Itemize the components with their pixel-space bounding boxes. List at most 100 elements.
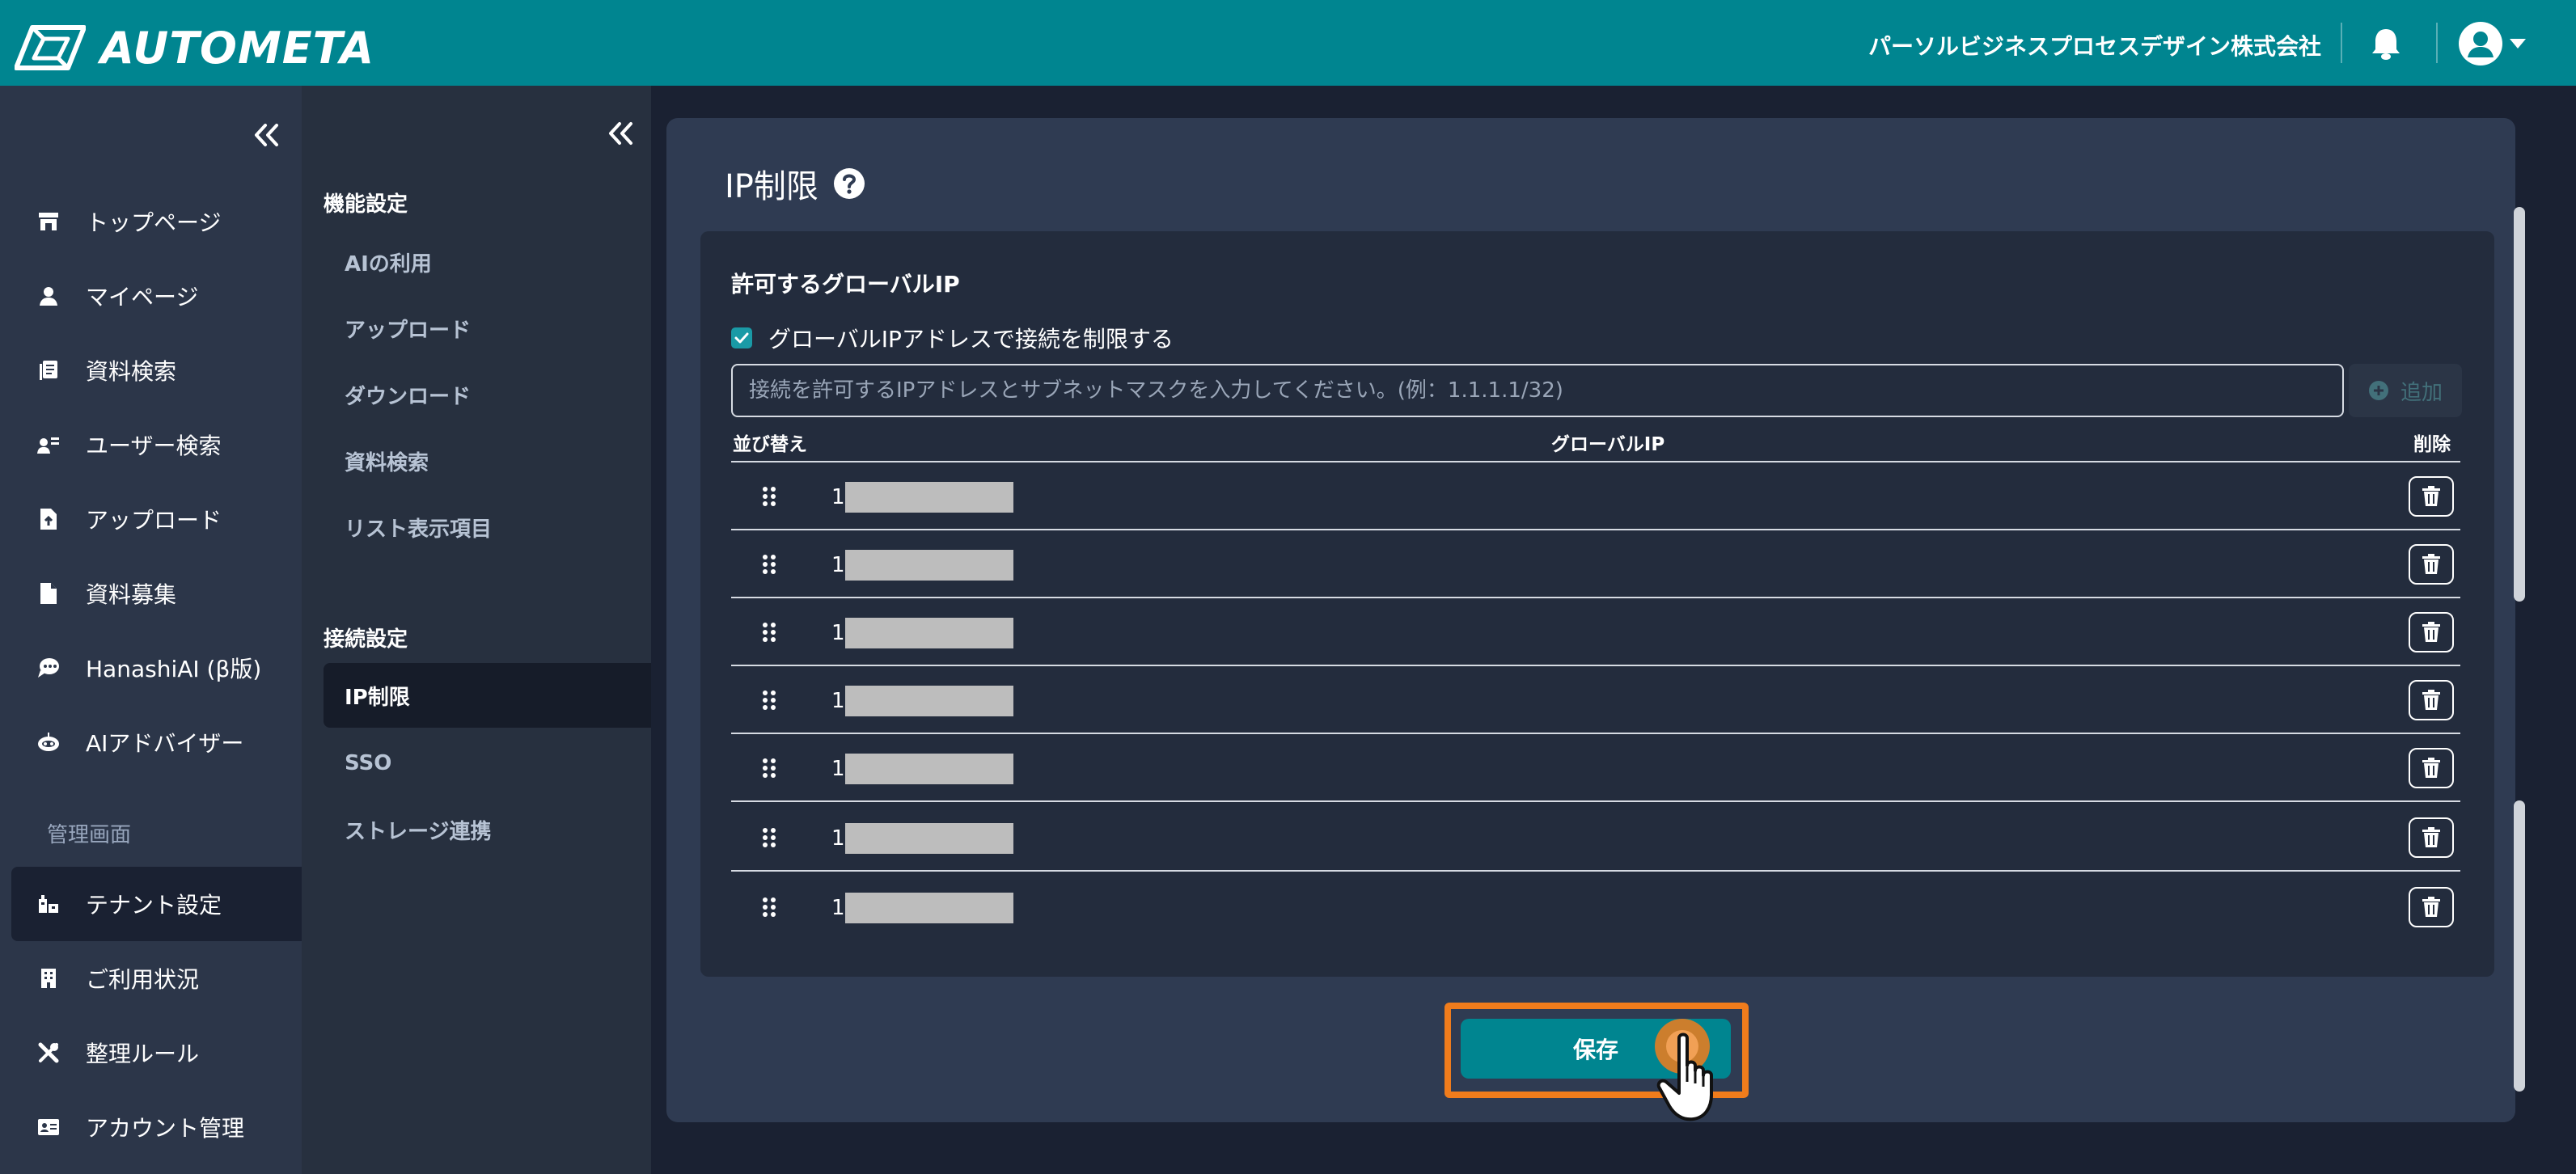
- delete-row-button[interactable]: [2409, 817, 2454, 858]
- ip-value: 1: [831, 826, 845, 851]
- restrict-by-ip-checkbox-row[interactable]: グローバルIPアドレスで接続を制限する: [731, 322, 1174, 354]
- delete-row-button[interactable]: [2409, 544, 2454, 585]
- sidebar-item-upload[interactable]: アップロード: [11, 482, 302, 556]
- chat-bubble-icon: [38, 658, 59, 678]
- collapse-sidebar-icon[interactable]: [252, 123, 281, 147]
- bell-icon[interactable]: [2370, 27, 2402, 61]
- sidebar-item-label: マイページ: [86, 284, 199, 310]
- trash-icon: [2422, 554, 2440, 574]
- subnav-section-connection: 接続設定: [324, 627, 408, 652]
- subnav-item-sso[interactable]: SSO: [324, 731, 651, 796]
- redacted-ip-mask: [844, 550, 1013, 581]
- drag-handle-icon[interactable]: [762, 827, 776, 848]
- section-title: 許可するグローバルIP: [731, 271, 960, 298]
- delete-row-button[interactable]: [2409, 887, 2454, 927]
- subnav-item-list-columns[interactable]: リスト表示項目: [324, 495, 651, 560]
- document-search-icon: [40, 361, 57, 380]
- trash-icon: [2422, 622, 2440, 642]
- ip-value-cell: 1: [831, 482, 1013, 513]
- subnav-item-label: SSO: [345, 751, 392, 775]
- trash-icon: [2422, 486, 2440, 506]
- sidebar-item-organize-rules[interactable]: 整理ルール: [11, 1016, 302, 1090]
- subnav-item-label: IP制限: [345, 685, 410, 710]
- sidebar-item-account-management[interactable]: アカウント管理: [11, 1090, 302, 1164]
- autometa-logo[interactable]: AUTOMETA: [15, 19, 374, 76]
- sidebar-item-user-search[interactable]: ユーザー検索: [11, 408, 302, 482]
- subnav-item-label: AIの利用: [345, 251, 432, 277]
- store-icon: [39, 213, 58, 230]
- ip-value: 1: [831, 896, 845, 920]
- delete-row-button[interactable]: [2409, 612, 2454, 652]
- subnav-item-label: アップロード: [345, 318, 472, 343]
- trash-icon: [2422, 758, 2440, 778]
- sidebar-item-hanashiai[interactable]: HanashiAI (β版): [11, 631, 302, 705]
- collapse-subnav-icon[interactable]: [607, 121, 636, 146]
- delete-row-button[interactable]: [2409, 680, 2454, 720]
- table-row: 1: [731, 734, 2460, 802]
- drag-handle-icon[interactable]: [762, 897, 776, 918]
- sidebar-item-document-search[interactable]: 資料検索: [11, 333, 302, 408]
- subnav-item-ai-usage[interactable]: AIの利用: [324, 230, 651, 294]
- add-ip-button[interactable]: 追加: [2349, 364, 2462, 417]
- drag-handle-icon[interactable]: [762, 622, 776, 643]
- logo-mark-icon: [15, 25, 86, 70]
- sidebar-item-label: 資料募集: [86, 581, 177, 608]
- pointer-cursor-icon: [1655, 1019, 1713, 1121]
- subnav-item-label: ストレージ連携: [345, 819, 492, 844]
- help-icon[interactable]: [833, 167, 865, 200]
- ip-value-cell: 1: [831, 686, 1013, 716]
- header-divider: [2436, 23, 2438, 63]
- sidebar-item-my-page[interactable]: マイページ: [11, 259, 302, 333]
- checkbox-label: グローバルIPアドレスで接続を制限する: [768, 326, 1174, 353]
- trash-icon: [2422, 897, 2440, 917]
- redacted-ip-mask: [844, 686, 1013, 716]
- table-row: 1: [731, 530, 2460, 598]
- redacted-ip-mask: [844, 754, 1013, 784]
- sidebar-item-top-page[interactable]: トップページ: [11, 184, 302, 259]
- sidebar-item-document-request[interactable]: 資料募集: [11, 556, 302, 631]
- ip-value-cell: 1: [831, 893, 1013, 923]
- sidebar-item-label: アップロード: [86, 507, 222, 534]
- sidebar-item-label: アカウント管理: [86, 1115, 245, 1142]
- save-button-label: 保存: [1572, 1037, 1618, 1063]
- trash-icon: [2422, 690, 2440, 710]
- user-search-icon: [37, 437, 59, 454]
- drag-handle-icon[interactable]: [762, 690, 776, 711]
- sidebar-item-label: 資料検索: [86, 358, 177, 385]
- admin-section-label: 管理画面: [47, 823, 132, 847]
- redacted-ip-mask: [844, 482, 1013, 513]
- sidebar-item-tenant-settings[interactable]: テナント設定: [11, 867, 302, 941]
- redacted-ip-mask: [844, 893, 1013, 923]
- subnav-item-document-search[interactable]: 資料検索: [324, 429, 651, 493]
- subnav-item-download[interactable]: ダウンロード: [324, 362, 651, 427]
- column-header-delete: 削除: [2413, 434, 2451, 455]
- delete-row-button[interactable]: [2409, 476, 2454, 517]
- subnav-item-ip-restriction[interactable]: IP制限: [324, 663, 651, 728]
- file-icon: [40, 583, 57, 604]
- plus-circle-icon: [2368, 381, 2388, 400]
- subnav-item-label: ダウンロード: [345, 384, 472, 409]
- ip-value: 1: [831, 485, 845, 509]
- redacted-ip-mask: [844, 823, 1013, 854]
- drag-handle-icon[interactable]: [762, 554, 776, 575]
- page-title-text: IP制限: [725, 168, 818, 205]
- ip-address-input[interactable]: [731, 364, 2344, 417]
- checkbox-checked-icon[interactable]: [731, 327, 752, 348]
- scrollbar-thumb[interactable]: [2514, 207, 2525, 602]
- scrollbar-thumb[interactable]: [2514, 800, 2525, 1092]
- ip-value: 1: [831, 621, 845, 645]
- subnav-item-label: リスト表示項目: [345, 517, 493, 542]
- drag-handle-icon[interactable]: [762, 758, 776, 779]
- sidebar-item-label: トップページ: [86, 209, 222, 236]
- subnav-item-upload[interactable]: アップロード: [324, 296, 651, 361]
- header-divider: [2341, 23, 2342, 63]
- sidebar-item-label: 整理ルール: [86, 1041, 200, 1067]
- sidebar-item-ai-advisor[interactable]: AIアドバイザー: [11, 705, 302, 779]
- add-ip-label: 追加: [2400, 380, 2443, 405]
- delete-row-button[interactable]: [2409, 748, 2454, 788]
- sidebar-item-usage[interactable]: ご利用状況: [11, 941, 302, 1016]
- account-menu-button[interactable]: [2459, 21, 2527, 66]
- table-row: 1: [731, 666, 2460, 734]
- drag-handle-icon[interactable]: [762, 486, 776, 507]
- subnav-item-storage-link[interactable]: ストレージ連携: [324, 797, 651, 862]
